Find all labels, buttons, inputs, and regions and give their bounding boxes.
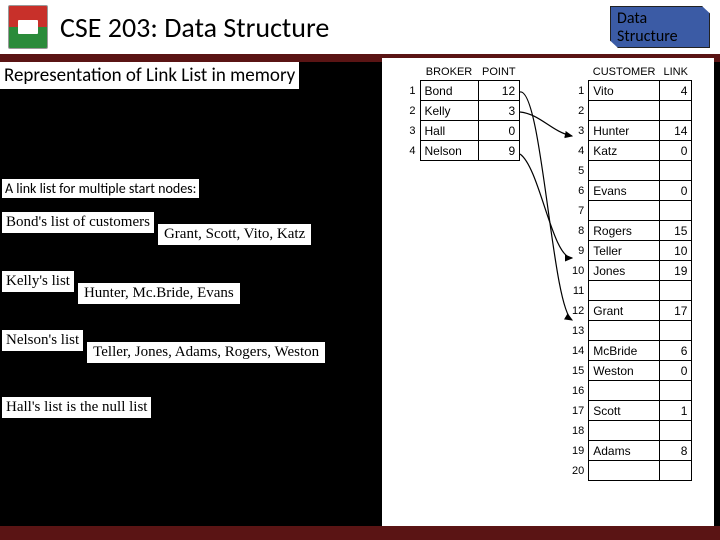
list-row: Kelly's list Hunter, Mc.Bride, Evans: [2, 271, 380, 304]
table-row: 7: [568, 201, 692, 221]
table-row: 5: [568, 161, 692, 181]
left-column: Representation of Link List in memory A …: [0, 62, 380, 418]
broker-header: BROKER: [420, 64, 478, 81]
table-row: 17Scott1: [568, 401, 692, 421]
table-row: 4Katz0: [568, 141, 692, 161]
table-row: 1Vito4: [568, 81, 692, 101]
university-logo: [8, 5, 48, 49]
table-row: 20: [568, 461, 692, 481]
footer-bar: [0, 526, 720, 540]
memory-diagram: BROKERPOINT 1Bond122Kelly33Hall04Nelson9…: [382, 58, 714, 528]
list-items: Teller, Jones, Adams, Rogers, Weston: [87, 342, 325, 363]
link-header: LINK: [660, 64, 692, 81]
table-row: 1Bond12: [402, 81, 520, 101]
customer-header: CUSTOMER: [589, 64, 660, 81]
list-items: Hunter, Mc.Bride, Evans: [78, 283, 240, 304]
customer-lists: Bond's list of customers Grant, Scott, V…: [2, 212, 380, 418]
table-row: 19Adams8: [568, 441, 692, 461]
badge-line2: Structure: [617, 28, 703, 46]
list-items: Grant, Scott, Vito, Katz: [158, 224, 311, 245]
null-list-label: Hall's list is the null list: [2, 397, 151, 418]
table-row: 10Jones19: [568, 261, 692, 281]
table-row: 13: [568, 321, 692, 341]
table-row: 18: [568, 421, 692, 441]
table-row: 8Rogers15: [568, 221, 692, 241]
table-row: 6Evans0: [568, 181, 692, 201]
table-row: 11: [568, 281, 692, 301]
table-row: 9Teller10: [568, 241, 692, 261]
broker-table: BROKERPOINT 1Bond122Kelly33Hall04Nelson9: [402, 64, 520, 161]
topic-badge: Data Structure: [610, 6, 710, 48]
badge-line1: Data: [617, 10, 703, 28]
course-title: CSE 203: Data Structure: [60, 10, 329, 45]
table-row: 12Grant17: [568, 301, 692, 321]
table-row: 16: [568, 381, 692, 401]
table-row: 15Weston0: [568, 361, 692, 381]
section-label: A link list for multiple start nodes:: [2, 179, 199, 198]
table-row: 14McBride6: [568, 341, 692, 361]
table-row: 2: [568, 101, 692, 121]
point-header: POINT: [478, 64, 520, 81]
header: CSE 203: Data Structure Data Structure: [0, 0, 720, 54]
customer-table: CUSTOMERLINK 1Vito423Hunter144Katz056Eva…: [568, 64, 692, 481]
list-row: Bond's list of customers Grant, Scott, V…: [2, 212, 380, 245]
slide-subtitle: Representation of Link List in memory: [0, 62, 299, 89]
list-label: Kelly's list: [2, 271, 74, 292]
table-row: 3Hunter14: [568, 121, 692, 141]
list-row: Nelson's list Teller, Jones, Adams, Roge…: [2, 330, 380, 363]
list-label: Nelson's list: [2, 330, 83, 351]
table-row: 2Kelly3: [402, 101, 520, 121]
table-row: 4Nelson9: [402, 141, 520, 161]
list-label: Bond's list of customers: [2, 212, 154, 233]
table-row: 3Hall0: [402, 121, 520, 141]
